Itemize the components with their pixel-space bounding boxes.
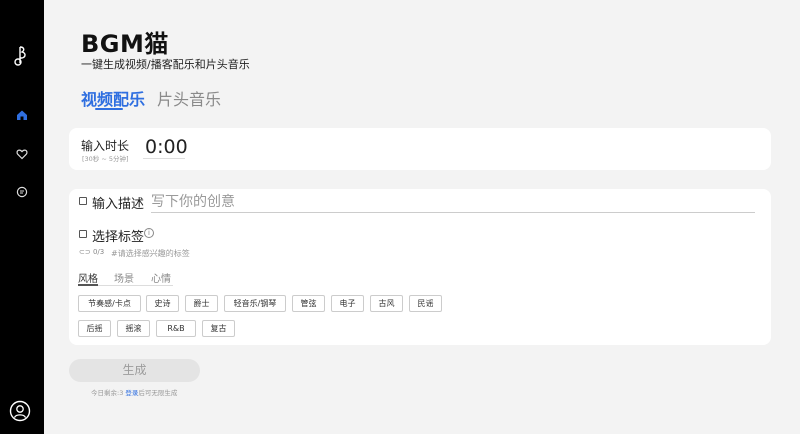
tag-chip[interactable]: 节奏感/卡点 <box>78 295 141 312</box>
duration-label: 输入时长 <box>81 139 130 153</box>
duration-card: 输入时长 [30秒 ~ 5分钟] 0:00 <box>69 128 771 170</box>
tags-checkbox[interactable] <box>79 230 87 238</box>
tag-chip[interactable]: 轻音乐/钢琴 <box>224 295 286 312</box>
music-note-logo-icon[interactable] <box>11 45 33 67</box>
tag-chip[interactable]: 古风 <box>370 295 403 312</box>
app-subtitle: 一键生成视频/播客配乐和片头音乐 <box>81 58 250 71</box>
login-link[interactable]: 登录 <box>125 389 138 397</box>
tag-chip[interactable]: 民谣 <box>409 295 442 312</box>
tab-intro-music[interactable]: 片头音乐 <box>157 86 221 110</box>
tag-category-indicator <box>78 284 98 286</box>
duration-underline <box>143 158 185 159</box>
tab-video-bgm[interactable]: 视频配乐 <box>81 86 145 110</box>
tag-hint: #请选择感兴趣的标签 <box>111 249 190 258</box>
description-input[interactable] <box>151 191 755 213</box>
tag-category-style[interactable]: 风格 <box>78 270 98 285</box>
main-content: BGM猫 一键生成视频/播客配乐和片头音乐 视频配乐 片头音乐 输入时长 [30… <box>44 0 800 434</box>
remaining-suffix: 后可无限生成 <box>138 389 178 397</box>
tag-count-value: 0/3 <box>92 248 105 256</box>
duration-hint: [30秒 ~ 5分钟] <box>82 155 129 163</box>
tag-chip[interactable]: 爵士 <box>185 295 218 312</box>
tag-category-scene[interactable]: 场景 <box>114 270 134 285</box>
tag-icon: ⊂⊃ <box>79 248 93 256</box>
tag-chip[interactable]: R&B <box>156 320 196 337</box>
duration-input[interactable]: 0:00 <box>145 136 188 158</box>
user-avatar-icon[interactable] <box>9 400 31 422</box>
home-icon[interactable] <box>12 105 32 125</box>
remaining-quota: 今日剩余:3 登录后可无限生成 <box>91 387 177 397</box>
info-icon[interactable]: i <box>144 228 154 238</box>
tag-chip[interactable]: 史诗 <box>146 295 179 312</box>
app-title: BGM猫 <box>81 30 169 58</box>
tag-chip[interactable]: 管弦 <box>292 295 325 312</box>
active-tab-indicator <box>95 108 123 110</box>
tags-label: 选择标签 <box>92 230 145 245</box>
description-label: 输入描述 <box>92 197 145 212</box>
remaining-count: 今日剩余:3 <box>91 389 124 397</box>
tag-chip[interactable]: 后摇 <box>78 320 111 337</box>
prompt-card: 输入描述 选择标签 i ⊂⊃ 0/3 #请选择感兴趣的标签 风格 场景 心情 节… <box>69 189 771 345</box>
tag-category-mood[interactable]: 心情 <box>151 270 171 285</box>
sidebar <box>0 0 44 434</box>
heart-icon[interactable] <box>12 144 32 164</box>
tag-chip[interactable]: 复古 <box>202 320 235 337</box>
tag-chip[interactable]: 摇滚 <box>117 320 150 337</box>
tag-chip[interactable]: 电子 <box>331 295 364 312</box>
description-checkbox[interactable] <box>79 197 87 205</box>
tag-count: ⊂⊃ 0/3 <box>79 248 104 256</box>
chat-icon[interactable] <box>12 182 32 202</box>
generate-button[interactable]: 生成 <box>69 359 200 382</box>
